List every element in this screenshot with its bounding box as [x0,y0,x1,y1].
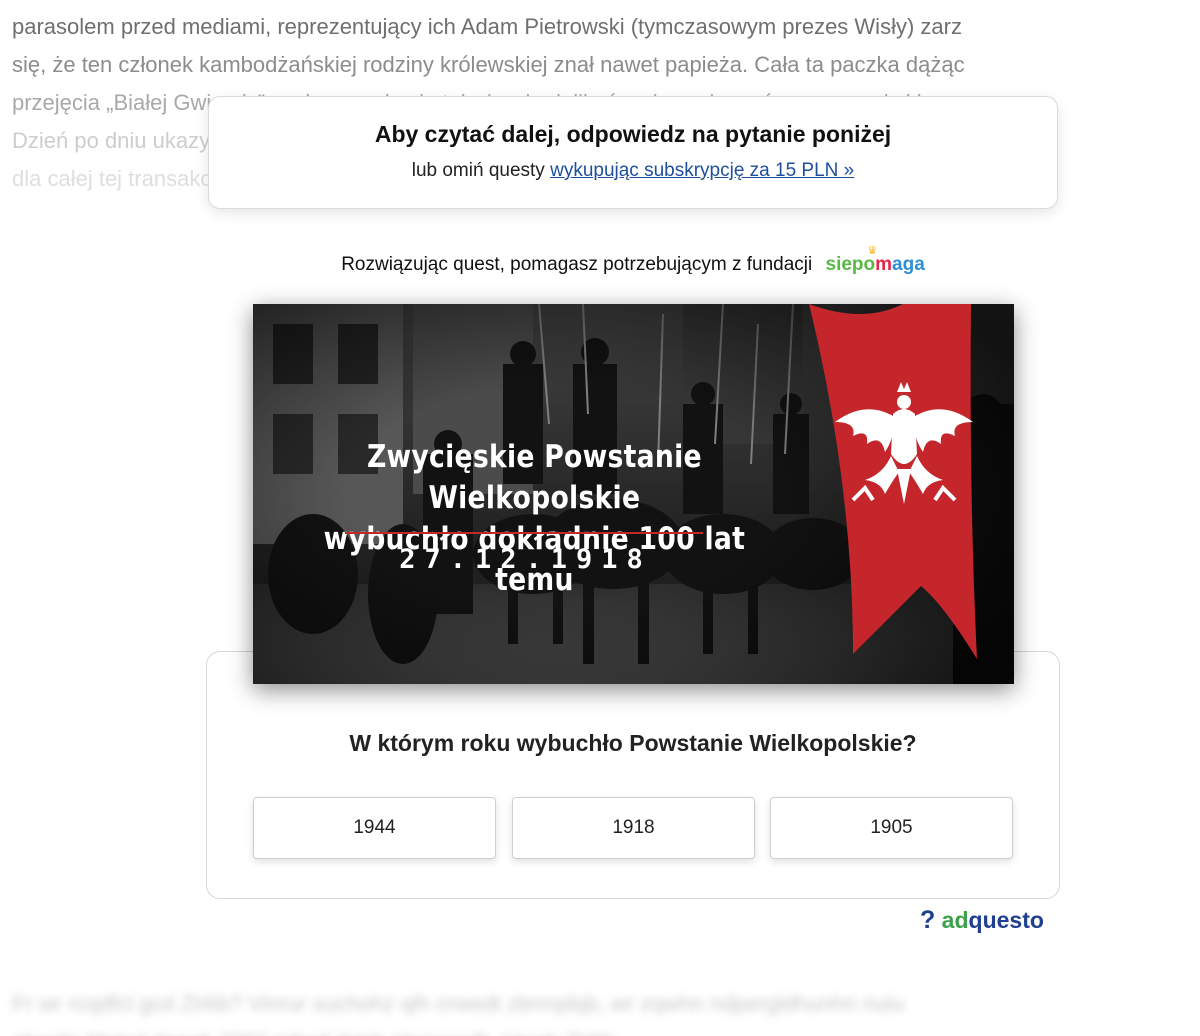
quiz-question: W którym roku wybuchło Powstanie Wielkop… [349,730,917,756]
notice-title: Aby czytać dalej, odpowiedz na pytanie p… [374,121,892,147]
banner-divider [345,532,703,534]
subscription-link[interactable]: wykupując subskrypcję za 15 PLN » [550,160,854,181]
answer-button[interactable]: 1918 [512,797,755,859]
foundation-line: Rozwiązując quest, pomagasz potrzebujący… [0,245,1200,276]
foundation-text: Rozwiązując quest, pomagasz potrzebujący… [341,254,813,275]
notice-subtitle-text: lub omiń questy [411,160,551,181]
article-line: Fr wr rcqdfcl gcd Zt4ib? Vinrur suchohz … [12,991,905,1016]
quest-banner-image: Zwycięskie Powstanie Wielkopolskie wybuc… [253,304,1014,684]
article-line: się, że ten członek kambodżańskiej rodzi… [12,52,965,77]
article-line: parasolem przed mediami, reprezentujący … [12,14,962,39]
adquesto-logo-questo: questo [968,907,1044,933]
article-text-blurred: Fr wr rcqdfcl gcd Zt4ib? Vinrur suchohz … [12,985,1200,1036]
notice-subtitle: lub omiń questy wykupując subskrypcję za… [209,160,1057,182]
article-line: nbnnhr fdqtcd dnqsh 2002 ndqnf dqtrb nbn… [12,1023,1200,1036]
answer-button[interactable]: 1944 [253,797,496,859]
siepomaga-logo: ♛ siepomaga [825,245,925,275]
paywall-notice: Aby czytać dalej, odpowiedz na pytanie p… [208,96,1058,209]
banner-date: 27.12.1918 [399,544,652,575]
crown-icon: ♛ [867,245,878,257]
banner-headline-line: Zwycięskie Powstanie Wielkopolskie [366,439,702,516]
answer-list: 1944 1918 1905 [253,797,1015,859]
question-mark-icon: ? [920,906,936,934]
quiz-card: W którym roku wybuchło Powstanie Wielkop… [206,651,1060,899]
adquesto-logo-ad: ad [941,907,969,933]
banner-headline: Zwycięskie Powstanie Wielkopolskie wybuc… [294,437,776,601]
adquesto-logo[interactable]: ? adquesto [920,906,1044,935]
answer-button[interactable]: 1905 [770,797,1013,859]
